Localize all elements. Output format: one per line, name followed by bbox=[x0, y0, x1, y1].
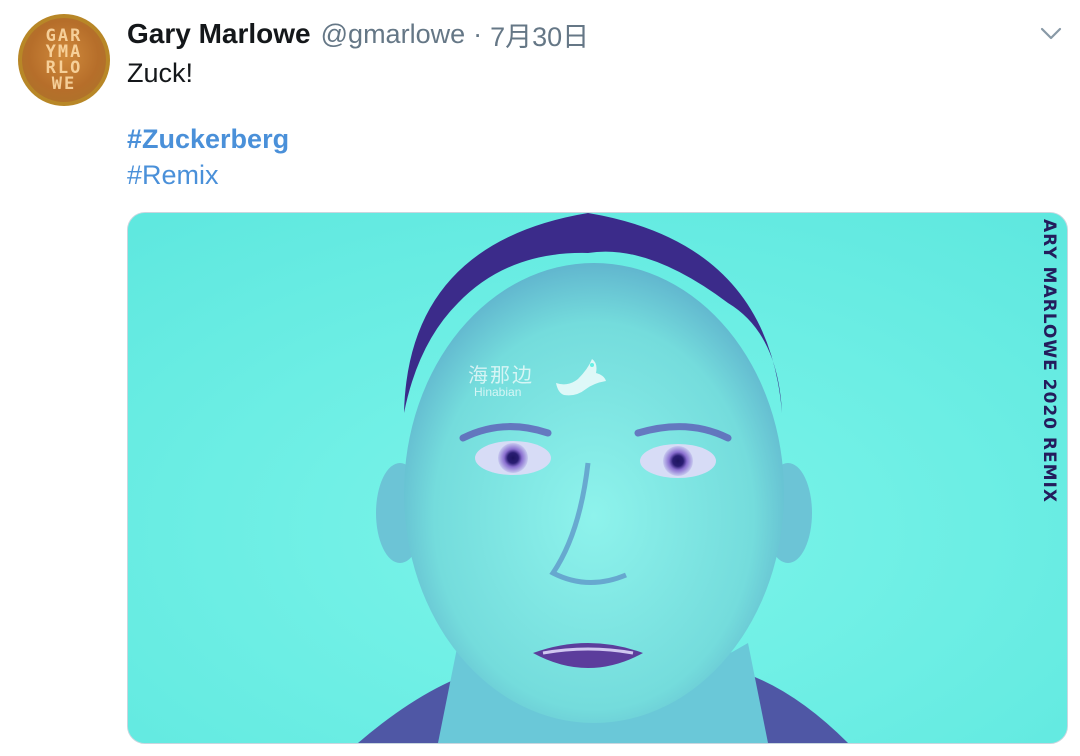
hashtag-link[interactable]: #Remix bbox=[127, 160, 219, 191]
avatar-monogram-row: WE bbox=[51, 74, 77, 94]
watermark-text: 海那边 bbox=[468, 365, 534, 387]
remix-overlay-text: ARY MARLOWE 2020 REMIX bbox=[1039, 219, 1059, 503]
watermark-subtext: Hinabian bbox=[474, 385, 522, 399]
chevron-down-icon[interactable] bbox=[1036, 22, 1066, 44]
bird-icon bbox=[556, 359, 606, 396]
author-handle[interactable]: @gmarlowe bbox=[321, 19, 465, 50]
hashtag-link[interactable]: #Zuckerberg bbox=[127, 124, 289, 155]
tweet-date[interactable]: 7月30日 bbox=[490, 15, 589, 54]
avatar[interactable]: GAR YMA RLO WE bbox=[18, 14, 110, 106]
tweet-text: Zuck! bbox=[127, 58, 194, 88]
tweet-header: Gary Marlowe @gmarlowe · 7月30日 bbox=[127, 16, 589, 52]
avatar-monogram: GAR YMA RLO WE bbox=[18, 28, 110, 94]
tweet-media-image[interactable]: 海那边 Hinabian ARY MARLOWE 2020 REMIX bbox=[127, 212, 1068, 744]
author-name[interactable]: Gary Marlowe bbox=[127, 18, 311, 50]
header-separator: · bbox=[473, 18, 483, 49]
watermark: 海那边 Hinabian bbox=[468, 353, 628, 413]
portrait-image bbox=[128, 213, 1067, 743]
